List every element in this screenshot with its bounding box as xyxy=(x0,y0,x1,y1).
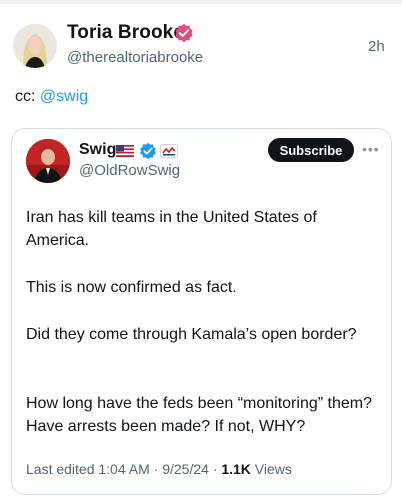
views-label: Views xyxy=(250,461,292,477)
mention-link[interactable]: @swig xyxy=(40,88,88,105)
post-metadata: Last edited 1:04 AM · 9/25/24 · 1.1K Vie… xyxy=(26,461,292,477)
quoted-paragraph: How long have the feds been “monitoring”… xyxy=(26,395,372,435)
quoted-author-name[interactable]: Swig xyxy=(79,141,116,159)
views-count: 1.1K xyxy=(221,461,251,477)
top-divider xyxy=(0,0,402,4)
post-text: cc: @swig xyxy=(15,88,88,106)
quoted-author-handle[interactable]: @OldRowSwig xyxy=(79,162,180,179)
quoted-post-card[interactable]: Swig @OldRowSwig Subscribe ••• Iran has … xyxy=(11,128,392,495)
quoted-paragraph: Iran has kill teams in the United States… xyxy=(26,209,317,249)
author-name[interactable]: Toria Brooke xyxy=(67,22,184,44)
quoted-paragraph: This is now confirmed as fact. xyxy=(26,279,237,296)
post-timestamp[interactable]: 2h xyxy=(368,38,385,55)
more-dots-icon[interactable]: ••• xyxy=(362,141,380,157)
quoted-author-avatar[interactable] xyxy=(26,139,70,183)
edit-timestamp[interactable]: Last edited 1:04 AM · 9/25/24 · xyxy=(26,461,221,477)
us-flag-icon xyxy=(116,145,134,157)
affiliate-badge-icon[interactable] xyxy=(160,144,178,158)
author-avatar[interactable] xyxy=(13,24,57,68)
verified-badge-icon xyxy=(175,23,193,43)
post-text-prefix: cc: xyxy=(15,88,40,105)
verified-badge-icon xyxy=(140,142,156,160)
subscribe-button[interactable]: Subscribe xyxy=(268,138,354,162)
author-handle[interactable]: @therealtoriabrooke xyxy=(67,49,203,66)
quoted-paragraph: Did they come through Kamala’s open bord… xyxy=(26,326,357,343)
